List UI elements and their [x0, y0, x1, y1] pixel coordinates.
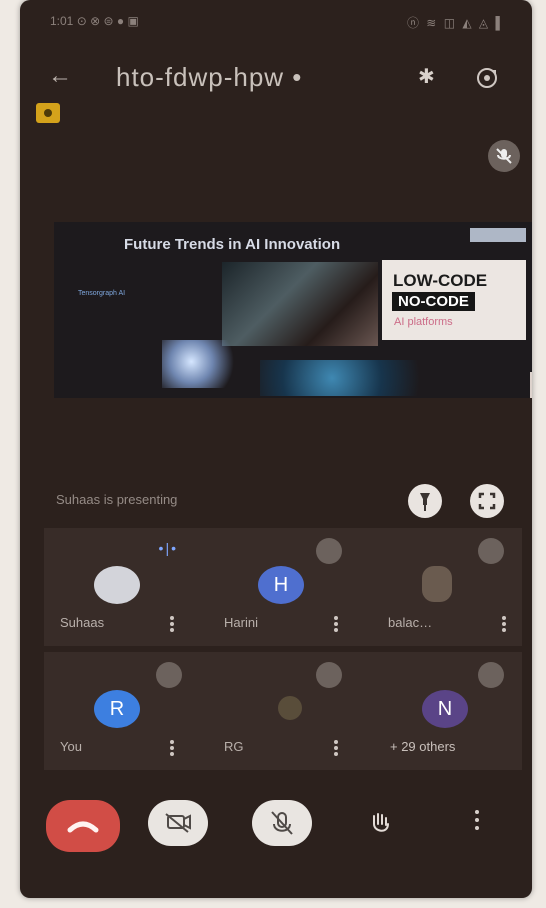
slide-title: Future Trends in AI Innovation	[124, 236, 341, 253]
mic-off-icon	[156, 662, 182, 688]
participant-tile-balac[interactable]: balac…	[372, 528, 522, 646]
no-code-text: NO-CODE	[392, 292, 475, 311]
status-right: ⓝ ≋ ◫ ◭ ◬ ▌	[406, 16, 506, 30]
video-off-button[interactable]	[148, 800, 208, 846]
slide-glow-graphic	[260, 360, 440, 396]
recording-dot-icon	[44, 109, 52, 117]
low-code-text: LOW-CODE	[393, 271, 488, 290]
more-options-icon[interactable]	[170, 616, 174, 632]
participant-name: You	[60, 739, 82, 754]
participant-name: balac…	[388, 615, 433, 630]
meeting-code: hto-fdwp-hpw •	[116, 62, 303, 92]
mic-off-button[interactable]	[252, 800, 312, 846]
more-options-icon[interactable]	[334, 616, 338, 632]
switch-camera-icon[interactable]	[475, 66, 499, 90]
platforms-text: AI platforms	[394, 316, 453, 328]
avatar-rg	[278, 696, 302, 720]
end-call-button[interactable]	[46, 800, 120, 852]
more-options-icon[interactable]	[334, 740, 338, 756]
recording-badge	[36, 103, 60, 123]
raise-hand-button[interactable]	[358, 806, 402, 840]
slide-hand-graphic	[162, 340, 246, 388]
mic-off-icon	[316, 538, 342, 564]
avatar-others: N	[422, 690, 468, 728]
back-arrow-icon[interactable]: ←	[48, 62, 72, 90]
participant-name: Suhaas	[60, 615, 105, 630]
mic-off-icon	[478, 662, 504, 688]
slide-chip	[470, 228, 526, 242]
more-options-icon[interactable]	[502, 616, 506, 632]
participant-tile-suhaas[interactable]: •|• Suhaas	[44, 528, 208, 646]
avatar-suhaas	[94, 566, 140, 604]
more-options-icon[interactable]	[170, 740, 174, 756]
bluetooth-icon[interactable]: ✱	[418, 64, 435, 89]
lowcode-box: LOW-CODE NO-CODE AI platforms	[382, 260, 526, 340]
participant-tile-harini[interactable]: H Harini	[208, 528, 372, 646]
phone-screen: 1:01 ⊙ ⊗ ⊜ ● ▣ ⓝ ≋ ◫ ◭ ◬ ▌ ← hto-fdwp-hp…	[20, 0, 532, 898]
presenter-mic-off-icon	[488, 140, 520, 172]
shared-slide: Future Trends in AI Innovation Tensorgra…	[54, 222, 532, 398]
participant-name: Harini	[224, 615, 258, 630]
status-bar: 1:01 ⊙ ⊗ ⊜ ● ▣ ⓝ ≋ ◫ ◭ ◬ ▌	[50, 14, 506, 34]
speaking-indicator-icon: •|•	[158, 540, 178, 556]
mic-off-icon	[478, 538, 504, 564]
more-options-button[interactable]	[462, 806, 492, 840]
fullscreen-icon[interactable]	[470, 484, 504, 518]
slide-brand-text: Tensorgraph AI	[78, 290, 126, 297]
avatar-you: R	[94, 690, 140, 728]
participant-name: + 29 others	[390, 739, 456, 754]
avatar-balac	[422, 566, 452, 602]
status-left: 1:01 ⊙ ⊗ ⊜ ● ▣	[50, 14, 139, 28]
slide-image	[222, 262, 378, 346]
pin-icon[interactable]	[408, 484, 442, 518]
avatar-harini: H	[258, 566, 304, 604]
participant-name: RG	[224, 739, 244, 754]
presenting-text: Suhaas is presenting	[56, 492, 178, 507]
meeting-topbar: ← hto-fdwp-hpw • ✱	[20, 60, 532, 96]
scroll-marker[interactable]	[530, 372, 532, 398]
participant-tile-rg[interactable]: RG	[208, 652, 372, 770]
mic-off-icon	[316, 662, 342, 688]
participant-tile-you[interactable]: R You	[44, 652, 208, 770]
participant-tile-others[interactable]: N + 29 others	[372, 652, 522, 770]
